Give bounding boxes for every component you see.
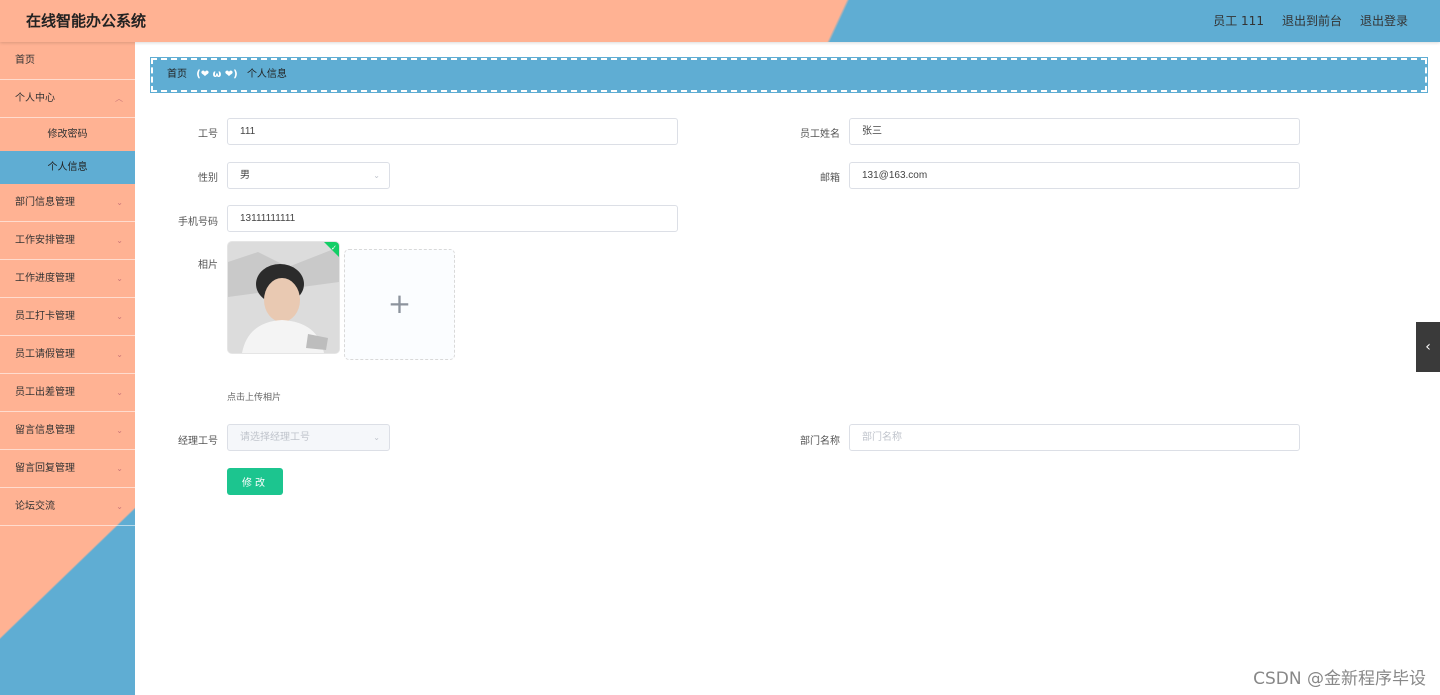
- watermark: CSDN @金新程序毕设: [1253, 669, 1426, 689]
- chevron-down-icon: ⌄: [373, 433, 380, 442]
- emp-no-input[interactable]: 111: [227, 118, 678, 145]
- chevron-down-icon: ⌄: [116, 502, 123, 511]
- sidebar-subitem-change-password[interactable]: 修改密码: [0, 118, 135, 151]
- upload-photo-button[interactable]: +: [344, 249, 455, 360]
- chevron-down-icon: ⌄: [116, 312, 123, 321]
- chevron-left-icon[interactable]: ‹: [1416, 322, 1440, 372]
- logout-link[interactable]: 退出登录: [1360, 12, 1408, 29]
- uploaded-photo[interactable]: ✓: [227, 241, 340, 354]
- chevron-up-icon: ︿: [115, 94, 123, 103]
- sidebar: 首页 个人中心 ︿ 修改密码 个人信息 部门信息管理 ⌄ 工作安排管理 ⌄ 工作进度管…: [0, 42, 135, 695]
- current-user: 员工 111: [1213, 14, 1264, 28]
- dept-label: 部门名称: [800, 436, 840, 447]
- svg-text:✓: ✓: [331, 244, 337, 252]
- sidebar-subitem-personal-info[interactable]: 个人信息: [0, 151, 135, 184]
- sidebar-item-work-progress[interactable]: 工作进度管理 ⌄: [0, 260, 135, 298]
- chevron-down-icon: ⌄: [116, 426, 123, 435]
- sidebar-item-work-schedule[interactable]: 工作安排管理 ⌄: [0, 222, 135, 260]
- dept-input[interactable]: 部门名称: [849, 424, 1300, 451]
- sidebar-item-messages[interactable]: 留言信息管理 ⌄: [0, 412, 135, 450]
- photo-label: 相片: [198, 260, 218, 271]
- breadcrumb-current: 个人信息: [246, 69, 287, 80]
- app-title: 在线智能办公系统: [26, 12, 147, 30]
- avatar-photo-image: ✓: [228, 242, 339, 353]
- manager-select[interactable]: 请选择经理工号 ⌄: [227, 424, 390, 451]
- sidebar-item-leave[interactable]: 员工请假管理 ⌄: [0, 336, 135, 374]
- sidebar-item-attendance[interactable]: 员工打卡管理 ⌄: [0, 298, 135, 336]
- chevron-down-icon: ⌄: [116, 464, 123, 473]
- emp-no-label: 工号: [198, 129, 218, 140]
- manager-label: 经理工号: [178, 436, 218, 447]
- main-content: 首页 (❤ ω ❤) 个人信息 工号 111 员工姓名 张三 性别 男 ⌄ 邮箱…: [135, 42, 1440, 695]
- plus-icon: +: [387, 287, 412, 320]
- email-label: 邮箱: [820, 173, 840, 184]
- gender-select[interactable]: 男 ⌄: [227, 162, 390, 189]
- phone-label: 手机号码: [178, 217, 218, 228]
- email-input[interactable]: 131@163.com: [849, 162, 1300, 189]
- upload-tip: 点击上传相片: [227, 393, 282, 403]
- chevron-down-icon: ⌄: [116, 274, 123, 283]
- breadcrumb-home[interactable]: 首页: [167, 69, 187, 80]
- sidebar-item-replies[interactable]: 留言回复管理 ⌄: [0, 450, 135, 488]
- chevron-down-icon: ⌄: [373, 171, 380, 180]
- submit-button[interactable]: 修改: [227, 468, 283, 495]
- sidebar-item-business-trip[interactable]: 员工出差管理 ⌄: [0, 374, 135, 412]
- sidebar-item-forum[interactable]: 论坛交流 ⌄: [0, 488, 135, 526]
- chevron-down-icon: ⌄: [116, 198, 123, 207]
- sidebar-item-home[interactable]: 首页: [0, 42, 135, 80]
- chevron-down-icon: ⌄: [116, 388, 123, 397]
- gender-label: 性别: [198, 173, 218, 184]
- sidebar-item-department[interactable]: 部门信息管理 ⌄: [0, 184, 135, 222]
- breadcrumb-separator: (❤ ω ❤): [196, 69, 238, 80]
- header-actions: 员工 111 退出到前台 退出登录: [1213, 12, 1408, 29]
- chevron-down-icon: ⌄: [116, 350, 123, 359]
- top-header: 在线智能办公系统 员工 111 退出到前台 退出登录: [0, 0, 1440, 42]
- emp-name-input[interactable]: 张三: [849, 118, 1300, 145]
- chevron-down-icon: ⌄: [116, 236, 123, 245]
- breadcrumb: 首页 (❤ ω ❤) 个人信息: [150, 57, 1428, 93]
- emp-name-label: 员工姓名: [800, 129, 840, 140]
- phone-input[interactable]: 13111111111: [227, 205, 678, 232]
- exit-to-front-link[interactable]: 退出到前台: [1282, 12, 1342, 29]
- sidebar-item-personal-center[interactable]: 个人中心 ︿: [0, 80, 135, 118]
